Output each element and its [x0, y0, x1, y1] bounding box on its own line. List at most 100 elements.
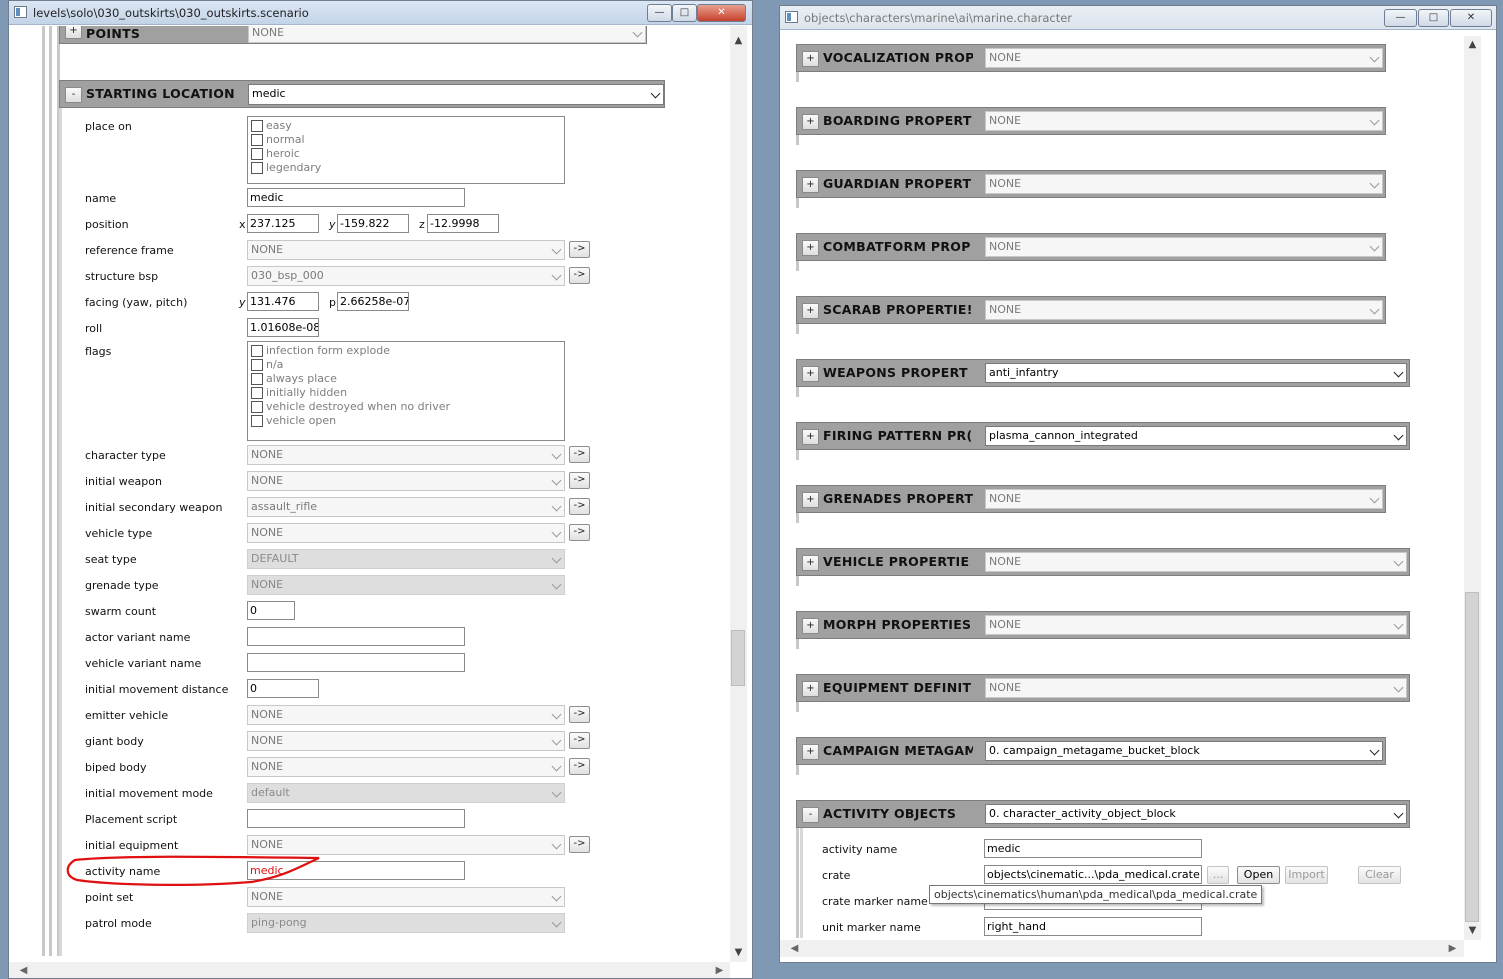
flag-option[interactable]: always place	[248, 372, 564, 386]
vehicle-type-dropdown[interactable]: NONE	[247, 523, 565, 543]
block-dropdown[interactable]: NONE	[985, 300, 1383, 320]
block-dropdown[interactable]: NONE	[985, 48, 1383, 68]
flag-option[interactable]: infection form explode	[248, 344, 564, 358]
reference-frame-dropdown[interactable]: NONE	[247, 240, 565, 260]
vehicle-type-go-button[interactable]: ->	[569, 524, 590, 541]
scroll-thumb[interactable]	[1465, 592, 1479, 922]
initial-weapon-go-button[interactable]: ->	[569, 472, 590, 489]
crate-import-button[interactable]: Import	[1285, 866, 1328, 884]
flag-option[interactable]: initially hidden	[248, 386, 564, 400]
minimize-button[interactable]: —	[1384, 9, 1417, 27]
block-dropdown[interactable]: anti_infantry	[985, 363, 1407, 383]
position-z-field[interactable]: -12.9998	[427, 214, 499, 233]
block-toggle[interactable]: +	[802, 240, 819, 256]
points-dropdown[interactable]: NONE	[248, 26, 646, 43]
emitter-vehicle-go-button[interactable]: ->	[569, 706, 590, 723]
crate-clear-button[interactable]: Clear	[1358, 866, 1401, 884]
block-dropdown[interactable]: NONE	[985, 489, 1383, 509]
initial-equipment-go-button[interactable]: ->	[569, 836, 590, 853]
horizontal-scrollbar[interactable]: ◀ ▶	[9, 962, 730, 978]
maximize-button[interactable]: □	[1418, 9, 1449, 27]
scroll-right-arrow-icon[interactable]: ▶	[1444, 940, 1461, 957]
structure-bsp-go-button[interactable]: ->	[569, 267, 590, 284]
roll-field[interactable]: 1.01608e-08	[247, 318, 319, 337]
point-set-dropdown[interactable]: NONE	[247, 887, 565, 907]
close-button[interactable]: ✕	[697, 4, 746, 22]
position-x-field[interactable]: 237.125	[247, 214, 319, 233]
block-dropdown[interactable]: NONE	[985, 678, 1407, 698]
block-dropdown[interactable]: NONE	[985, 237, 1383, 257]
scroll-thumb[interactable]	[731, 630, 745, 686]
block-toggle[interactable]: +	[802, 681, 819, 697]
biped-body-go-button[interactable]: ->	[569, 758, 590, 775]
facing-pitch-field[interactable]: 2.66258e-07	[337, 292, 409, 311]
crate-open-button[interactable]: Open	[1237, 866, 1280, 884]
minimize-button[interactable]: —	[647, 4, 672, 22]
block-toggle[interactable]: +	[802, 492, 819, 508]
scroll-left-arrow-icon[interactable]: ◀	[15, 962, 32, 978]
position-y-field[interactable]: -159.822	[337, 214, 409, 233]
character-title-bar[interactable]: objects\characters\marine\ai\marine.char…	[780, 6, 1496, 30]
block-toggle[interactable]: +	[802, 618, 819, 634]
place-on-option[interactable]: legendary	[248, 161, 564, 175]
unit-marker-name-field[interactable]: right_hand	[984, 917, 1202, 936]
actor-variant-name-field[interactable]	[247, 627, 465, 646]
scenario-title-bar[interactable]: levels\solo\030_outskirts\030_outskirts.…	[9, 1, 752, 25]
block-toggle[interactable]: +	[802, 303, 819, 319]
vertical-scrollbar[interactable]: ▲ ▼	[1464, 36, 1481, 940]
scroll-up-arrow-icon[interactable]: ▲	[730, 32, 747, 49]
close-button[interactable]: ✕	[1450, 9, 1492, 27]
checkbox[interactable]	[251, 387, 263, 399]
checkbox[interactable]	[251, 120, 263, 132]
checkbox[interactable]	[251, 401, 263, 413]
initial-movement-mode-dropdown[interactable]: default	[247, 783, 565, 803]
scroll-right-arrow-icon[interactable]: ▶	[711, 962, 728, 978]
block-toggle[interactable]: +	[802, 429, 819, 445]
scroll-down-arrow-icon[interactable]: ▼	[730, 944, 747, 961]
flag-option[interactable]: n/a	[248, 358, 564, 372]
place-on-option[interactable]: easy	[248, 119, 564, 133]
initial-secondary-weapon-dropdown[interactable]: assault_rifle	[247, 497, 565, 517]
giant-body-dropdown[interactable]: NONE	[247, 731, 565, 751]
activity-objects-toggle[interactable]: -	[802, 807, 819, 823]
grenade-type-dropdown[interactable]: NONE	[247, 575, 565, 595]
block-dropdown[interactable]: NONE	[985, 174, 1383, 194]
horizontal-scrollbar[interactable]: ◀ ▶	[780, 940, 1464, 957]
vehicle-variant-name-field[interactable]	[247, 653, 465, 672]
initial-secondary-weapon-go-button[interactable]: ->	[569, 498, 590, 515]
block-toggle[interactable]: +	[802, 51, 819, 67]
starting-location-dropdown[interactable]: medic	[248, 84, 664, 105]
initial-weapon-dropdown[interactable]: NONE	[247, 471, 565, 491]
block-dropdown[interactable]: NONE	[985, 615, 1407, 635]
placement-script-field[interactable]	[247, 809, 465, 828]
biped-body-dropdown[interactable]: NONE	[247, 757, 565, 777]
reference-frame-go-button[interactable]: ->	[569, 241, 590, 258]
vertical-scrollbar[interactable]: ▲ ▼	[730, 26, 747, 962]
block-dropdown[interactable]: NONE	[985, 111, 1383, 131]
checkbox[interactable]	[251, 359, 263, 371]
patrol-mode-dropdown[interactable]: ping-pong	[247, 913, 565, 933]
maximize-button[interactable]: □	[672, 4, 697, 22]
activity-object-name-field[interactable]: medic	[984, 839, 1202, 858]
place-on-option[interactable]: normal	[248, 133, 564, 147]
checkbox[interactable]	[251, 162, 263, 174]
crate-browse-button[interactable]: ...	[1207, 866, 1229, 884]
checkbox[interactable]	[251, 415, 263, 427]
giant-body-go-button[interactable]: ->	[569, 732, 590, 749]
flag-option[interactable]: vehicle destroyed when no driver	[248, 400, 564, 414]
activity-objects-dropdown[interactable]: 0. character_activity_object_block	[985, 804, 1407, 824]
character-type-dropdown[interactable]: NONE	[247, 445, 565, 465]
name-field[interactable]: medic	[247, 188, 465, 207]
block-dropdown[interactable]: 0. campaign_metagame_bucket_block	[985, 741, 1383, 761]
checkbox[interactable]	[251, 148, 263, 160]
block-toggle[interactable]: +	[802, 114, 819, 130]
crate-field[interactable]: objects\cinematic...\pda_medical.crate	[984, 865, 1202, 884]
flag-option[interactable]: vehicle open	[248, 414, 564, 428]
scroll-up-arrow-icon[interactable]: ▲	[1464, 36, 1481, 53]
block-dropdown[interactable]: NONE	[985, 552, 1407, 572]
swarm-count-field[interactable]: 0	[247, 601, 295, 620]
seat-type-dropdown[interactable]: DEFAULT	[247, 549, 565, 569]
block-toggle[interactable]: +	[802, 555, 819, 571]
character-type-go-button[interactable]: ->	[569, 446, 590, 463]
points-toggle[interactable]: +	[65, 26, 82, 39]
